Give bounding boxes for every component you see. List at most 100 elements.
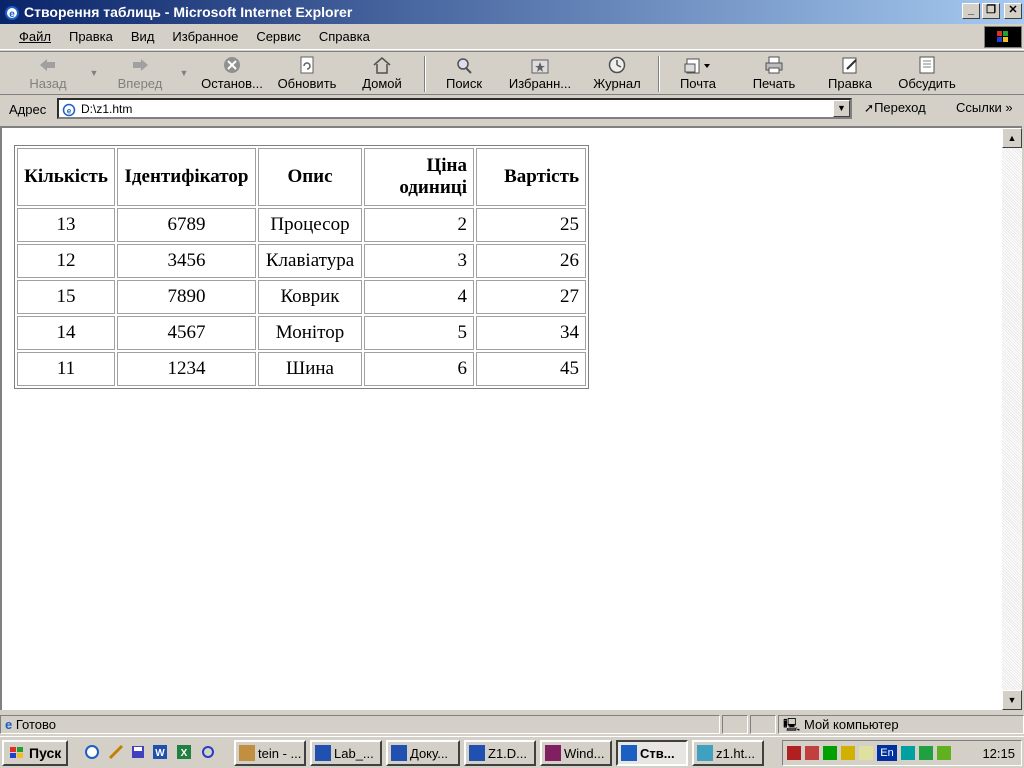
app-icon <box>239 745 255 761</box>
search-icon <box>457 58 472 74</box>
taskbar-item[interactable]: tein - ... <box>234 740 306 766</box>
tray-app-icon[interactable] <box>919 746 933 760</box>
column-header: Кількість <box>17 148 115 206</box>
menu-file[interactable]: Файл <box>19 29 51 44</box>
window-title: Створення таблиць - Microsoft Internet E… <box>24 4 353 20</box>
edit-button[interactable]: Правка <box>822 54 878 94</box>
taskbar-item-active[interactable]: Ств... <box>616 740 688 766</box>
menu-view[interactable]: Вид <box>131 29 155 44</box>
taskbar-item[interactable]: z1.ht... <box>692 740 764 766</box>
page-content: Кількість Ідентифікатор Опис Ціна одиниц… <box>0 126 1002 710</box>
tray-app-icon[interactable] <box>787 746 801 760</box>
system-tray: En 12:15 <box>782 740 1022 766</box>
column-header: Ідентифікатор <box>117 148 256 206</box>
tray-app-icon[interactable] <box>841 746 855 760</box>
taskbar-item[interactable]: Z1.D... <box>464 740 536 766</box>
menu-favorites[interactable]: Избранное <box>172 29 238 44</box>
tray-app-icon[interactable] <box>805 746 819 760</box>
search-button[interactable]: Поиск <box>440 54 488 94</box>
minimize-button[interactable]: _ <box>962 3 980 19</box>
home-icon <box>373 57 391 74</box>
address-bar: Адрес e D:\z1.htm ▼ ➚Переход Ссылки » <box>0 96 1024 122</box>
zone-text: Мой компьютер <box>803 717 899 732</box>
status-panel <box>750 715 776 734</box>
table-row: 13 6789 Процесор 2 25 <box>17 208 586 242</box>
table-cell: 45 <box>476 352 586 386</box>
page-icon: e <box>62 103 76 116</box>
back-button[interactable]: Назад <box>22 54 74 94</box>
table-cell: 11 <box>17 352 115 386</box>
menu-edit[interactable]: Правка <box>69 29 113 44</box>
ie-icon: e <box>5 6 19 20</box>
tray-meter-icon[interactable] <box>823 746 837 760</box>
tray-app-icon[interactable] <box>901 746 915 760</box>
windows-flag-icon <box>10 747 23 758</box>
mail-icon <box>684 58 710 74</box>
address-dropdown-icon[interactable]: ▼ <box>833 100 850 117</box>
quicklaunch-save-icon[interactable] <box>130 744 146 760</box>
menu-bar: Файл Правка Вид Избранное Сервис Справка <box>0 24 1024 50</box>
refresh-button[interactable]: Обновить <box>272 54 342 94</box>
quicklaunch-tool-icon[interactable] <box>108 744 124 760</box>
address-label: Адрес <box>9 101 47 117</box>
stop-button[interactable]: Останов... <box>196 54 268 94</box>
go-button[interactable]: ➚Переход <box>864 100 926 115</box>
volume-icon[interactable] <box>859 746 873 760</box>
browser-window: e Створення таблиць - Microsoft Internet… <box>0 0 1024 736</box>
vertical-scrollbar[interactable]: ▲ ▼ <box>1002 126 1022 710</box>
table-cell: 6 <box>364 352 474 386</box>
table-cell: 13 <box>17 208 115 242</box>
address-input[interactable]: e D:\z1.htm ▼ <box>57 98 852 119</box>
start-button[interactable]: Пуск <box>2 740 68 766</box>
table-cell: 5 <box>364 316 474 350</box>
restore-button[interactable]: ❐ <box>982 3 1000 19</box>
favorites-button[interactable]: Избранн... <box>504 54 576 94</box>
disk-icon <box>545 745 561 761</box>
table-row: 11 1234 Шина 6 45 <box>17 352 586 386</box>
scroll-up-icon[interactable]: ▲ <box>1002 128 1022 148</box>
links-button[interactable]: Ссылки » <box>956 100 1013 115</box>
word-icon <box>391 745 407 761</box>
edit-icon <box>842 57 857 74</box>
language-indicator[interactable]: En <box>877 745 897 761</box>
menu-tools[interactable]: Сервис <box>256 29 301 44</box>
taskbar: Пуск W X tein - ... Lab_... Доку... Z1.D… <box>0 736 1024 768</box>
taskbar-item[interactable]: Lab_... <box>310 740 382 766</box>
history-icon <box>608 56 626 74</box>
quicklaunch-excel-icon[interactable]: X <box>176 744 192 760</box>
windows-logo-icon <box>984 26 1022 48</box>
discuss-button[interactable]: Обсудить <box>890 54 964 94</box>
quicklaunch-word-icon[interactable]: W <box>152 744 168 760</box>
toolbar-separator <box>658 56 660 92</box>
zone-panel: 🖳 Мой компьютер <box>778 715 1024 734</box>
tray-app-icon[interactable] <box>937 746 951 760</box>
table-row: 15 7890 Коврик 4 27 <box>17 280 586 314</box>
quicklaunch-ie-icon[interactable] <box>84 744 100 760</box>
table-header-row: Кількість Ідентифікатор Опис Ціна одиниц… <box>17 148 586 206</box>
word-icon <box>315 745 331 761</box>
status-panel <box>722 715 748 734</box>
home-button[interactable]: Домой <box>356 54 408 94</box>
status-bar: e Готово 🖳 Мой компьютер <box>0 713 1024 735</box>
clock[interactable]: 12:15 <box>982 746 1015 761</box>
taskbar-item[interactable]: Доку... <box>386 740 460 766</box>
standard-toolbar: Назад ▼ Вперед ▼ Останов... Обновить Дом… <box>0 51 1024 95</box>
table-cell: 1234 <box>117 352 256 386</box>
quicklaunch-app-icon[interactable] <box>200 744 216 760</box>
menu-help[interactable]: Справка <box>319 29 370 44</box>
table-cell: 14 <box>17 316 115 350</box>
history-button[interactable]: Журнал <box>588 54 646 94</box>
print-button[interactable]: Печать <box>746 54 802 94</box>
forward-button[interactable]: Вперед <box>110 54 170 94</box>
close-button[interactable]: ✕ <box>1004 3 1022 19</box>
table-cell: 25 <box>476 208 586 242</box>
scroll-down-icon[interactable]: ▼ <box>1002 690 1022 710</box>
page-status-icon: e <box>5 717 13 732</box>
table-cell: 26 <box>476 244 586 278</box>
column-header: Опис <box>258 148 362 206</box>
taskbar-item[interactable]: Wind... <box>540 740 612 766</box>
stop-icon <box>224 57 240 73</box>
table-cell: 4567 <box>117 316 256 350</box>
chevron-right-icon: » <box>1001 100 1013 115</box>
mail-button[interactable]: Почта <box>672 54 724 94</box>
